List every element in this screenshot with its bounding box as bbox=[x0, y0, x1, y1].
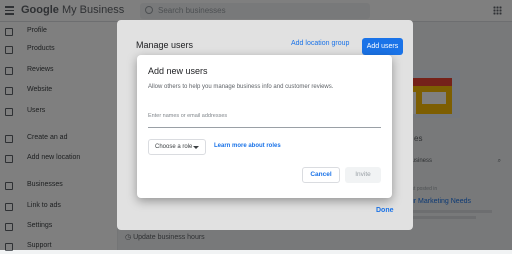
add-location-group-link[interactable]: Add location group bbox=[291, 40, 349, 47]
dialog-title: Add new users bbox=[148, 66, 208, 76]
done-button[interactable]: Done bbox=[376, 207, 394, 214]
chevron-down-icon bbox=[193, 146, 199, 149]
invite-button[interactable]: Invite bbox=[345, 167, 381, 183]
learn-more-roles-link[interactable]: Learn more about roles bbox=[214, 143, 281, 149]
add-new-users-dialog: Add new users Allow others to help you m… bbox=[137, 55, 392, 198]
add-users-button[interactable]: Add users bbox=[362, 38, 403, 55]
choose-role-select[interactable]: Choose a role bbox=[148, 139, 206, 155]
names-or-emails-input[interactable] bbox=[148, 104, 381, 128]
manage-users-title: Manage users bbox=[136, 40, 194, 50]
role-select-label: Choose a role bbox=[155, 144, 193, 150]
dialog-description: Allow others to help you manage business… bbox=[148, 84, 334, 90]
cancel-button[interactable]: Cancel bbox=[302, 167, 340, 183]
